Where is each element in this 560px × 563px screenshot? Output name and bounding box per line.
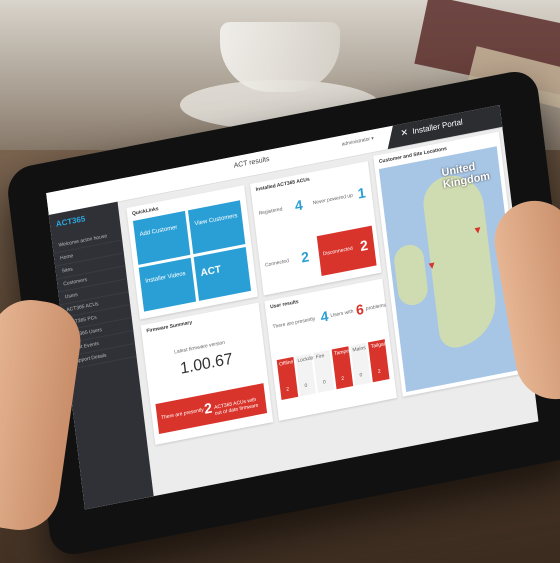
user-results-title: User results (269, 298, 299, 311)
map-landmass-west (392, 242, 430, 308)
user-results-suffix: problems (365, 302, 387, 313)
firmware-version: 1.00.67 (179, 350, 234, 378)
connected-label: Connected (264, 258, 290, 269)
stat-value: 2 (340, 375, 345, 383)
stat-label: Mains (352, 344, 367, 354)
never-powered-label: Never powered up (312, 192, 354, 207)
stat-value: 0 (359, 372, 363, 379)
brand-logo: ACT365 (55, 214, 86, 229)
tile-label: Installer Videos (145, 270, 186, 285)
map-pin-icon[interactable]: ▼ (426, 260, 437, 273)
disconnected-label: Disconnected (322, 245, 354, 258)
installer-videos-tile[interactable]: Installer Videos (138, 257, 197, 312)
stat-label: Tailgate (370, 340, 389, 350)
stat-mains[interactable]: Mains 0 (349, 342, 372, 386)
map-pin-icon[interactable]: ▼ (472, 224, 483, 237)
quicklinks-title: QuickLinks (131, 205, 159, 218)
stat-value: 2 (377, 368, 382, 376)
stat-fire[interactable]: Fire 0 (313, 349, 335, 393)
stat-label: Tamper (333, 347, 351, 358)
stat-label: Offline (278, 359, 294, 368)
registered-label: Registered (258, 206, 283, 217)
disconnected-count: 2 (359, 236, 369, 255)
user-results-a: 4 (319, 307, 330, 325)
user-results-prefix: There are presently (272, 316, 316, 331)
act-tile[interactable]: ACT (193, 247, 252, 301)
firmware-title: Firmware Summary (146, 319, 193, 335)
stat-label: Fire (315, 353, 325, 361)
app-title: ACT results (233, 155, 270, 170)
add-customer-tile[interactable]: Add Customer (132, 210, 191, 265)
user-results-b: 6 (354, 300, 365, 319)
user-stats-row: Offline 2 Lockdown 0 Fire 0 Tamper 2 Mains 0 … (276, 339, 390, 400)
user-results-card: User results There are presently 4 Users… (264, 278, 397, 421)
firmware-alert[interactable]: There are presently 2 ACT365 ACUs with o… (155, 383, 268, 434)
view-customers-tile[interactable]: View Customers (187, 200, 246, 255)
stat-tailgate[interactable]: Tailgate 2 (368, 339, 390, 383)
installed-acus-title: Installed ACT365 ACUs (255, 176, 311, 194)
disconnected-tile[interactable]: Disconnected 2 (316, 225, 377, 277)
stat-offline[interactable]: Offline 2 (276, 356, 298, 400)
tablet-screen: ACT results administrator ▾ ✕ Installer … (46, 104, 539, 510)
stat-value: 0 (304, 382, 308, 390)
stat-value: 2 (285, 386, 290, 393)
tile-label: View Customers (194, 213, 238, 228)
stat-value: 0 (322, 379, 327, 386)
user-results-mid: Users with (330, 308, 354, 320)
user-menu[interactable]: administrator ▾ (341, 136, 374, 148)
firmware-alert-prefix: There are presently (160, 407, 205, 422)
connected-count: 2 (300, 248, 310, 266)
firmware-card: Firmware Summary Latest firmware version… (140, 302, 274, 445)
wrench-cross-icon: ✕ (399, 126, 409, 139)
installed-acus-card: Installed ACT365 ACUs Registered 4 Never… (250, 161, 382, 296)
stat-lockdown[interactable]: Lockdown 0 (295, 353, 320, 397)
firmware-alert-count: 2 (203, 399, 213, 417)
tile-label: ACT (200, 264, 222, 280)
never-powered-count: 1 (356, 184, 367, 202)
quicklinks-card: QuickLinks Add Customer View Customers I… (126, 185, 258, 320)
firmware-alert-suffix: ACT365 ACUs with out of date firmware (213, 396, 259, 417)
stat-tamper[interactable]: Tamper 2 (331, 346, 353, 390)
registered-count: 4 (293, 196, 304, 214)
tile-label: Add Customer (139, 224, 178, 238)
